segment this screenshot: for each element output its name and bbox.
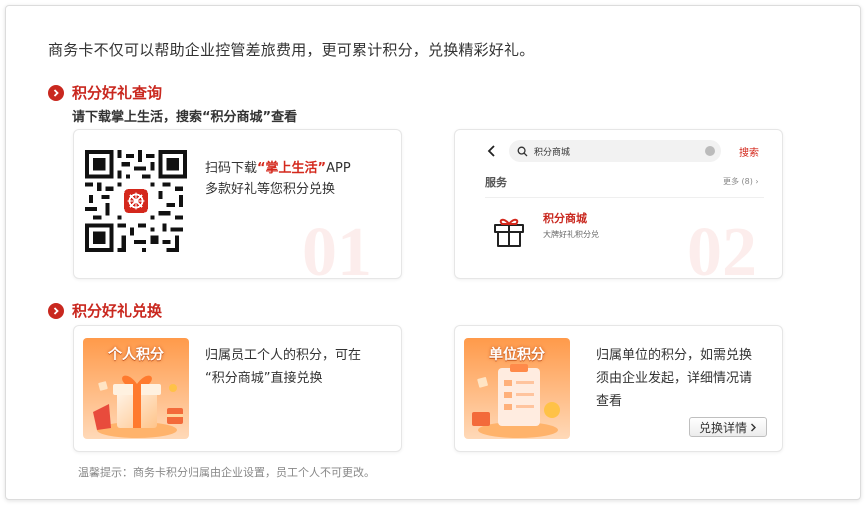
back-arrow-icon[interactable] [485, 144, 499, 158]
clear-icon[interactable] [705, 146, 715, 156]
search-icon [517, 146, 528, 156]
company-points-description: 归属单位的积分，如需兑换 须由企业发起，详细情况请 查看 [596, 344, 752, 413]
redeem-details-button[interactable]: 兑换详情 [689, 417, 767, 437]
more-link[interactable]: 更多 (8) › [723, 176, 759, 187]
intro-text: 商务卡不仅可以帮助企业控管差旅费用，更可累计积分，兑换精彩好礼。 [48, 41, 535, 59]
step-number: 02 [687, 214, 757, 279]
scan-prefix: 扫码下载 [205, 161, 258, 176]
search-button[interactable]: 搜索 [739, 144, 759, 159]
app-name: “掌上生活” [257, 161, 327, 176]
qr-code[interactable] [85, 150, 187, 252]
section-query-subtitle: 请下载掌上生活，搜索“积分商城”查看 [72, 110, 298, 125]
company-points-illustration: 单位积分 [464, 338, 570, 439]
scan-instructions: 扫码下载“掌上生活”APP 多款好礼等您积分兑换 [205, 158, 351, 200]
search-query: 积分商城 [534, 147, 571, 158]
company-line3: 查看 [596, 394, 623, 409]
personal-points-description: 归属员工个人的积分，可在 “积分商城”直接兑换 [205, 344, 361, 390]
section-query-title: 积分好礼查询 [48, 82, 162, 103]
step-number: 01 [302, 214, 372, 279]
gift-icon[interactable] [491, 214, 527, 250]
chevron-right-icon [48, 302, 64, 319]
company-points-badge: 单位积分 [489, 347, 545, 363]
section-redeem-label: 积分好礼兑换 [72, 302, 163, 320]
search-input[interactable]: 积分商城 [509, 140, 721, 162]
chevron-right-icon [48, 84, 64, 101]
company-line1: 归属单位的积分，如需兑换 [596, 348, 753, 363]
scan-suffix: APP [326, 161, 351, 176]
personal-points-card: 个人积分 归属员工个人的积分，可在 “积分商城”直接兑换 [73, 325, 402, 452]
result-name[interactable]: 积分商城 [543, 210, 587, 226]
scan-line2: 多款好礼等您积分兑换 [205, 182, 336, 197]
search-card: 积分商城 搜索 服务 更多 (8) › 积分商城 大牌好礼积分兑 02 [454, 129, 783, 279]
result-description: 大牌好礼积分兑 [543, 230, 599, 239]
divider [485, 197, 764, 198]
scan-card: 扫码下载“掌上生活”APP 多款好礼等您积分兑换 01 [73, 129, 402, 279]
section-query-label: 积分好礼查询 [72, 84, 163, 102]
info-panel: 商务卡不仅可以帮助企业控管差旅费用，更可累计积分，兑换精彩好礼。 积分好礼查询 … [5, 5, 861, 500]
company-line2: 须由企业发起，详细情况请 [596, 371, 753, 386]
services-label: 服务 [485, 176, 507, 189]
redeem-details-label: 兑换详情 [698, 420, 747, 435]
personal-points-illustration: 个人积分 [83, 338, 189, 439]
chevron-right-icon [751, 423, 756, 431]
personal-line1: 归属员工个人的积分，可在 [205, 348, 362, 363]
tip-text: 温馨提示：商务卡积分归属由企业设置，员工个人不可更改。 [78, 466, 375, 479]
personal-points-badge: 个人积分 [108, 347, 164, 363]
personal-line2: “积分商城”直接兑换 [205, 371, 323, 386]
section-redeem-title: 积分好礼兑换 [48, 300, 162, 321]
company-points-card: 单位积分 归属单位的积分，如需兑换 须由企业发起，详细情况请 查看 兑换详情 [454, 325, 783, 452]
app-search-bar: 积分商城 搜索 [485, 140, 782, 162]
